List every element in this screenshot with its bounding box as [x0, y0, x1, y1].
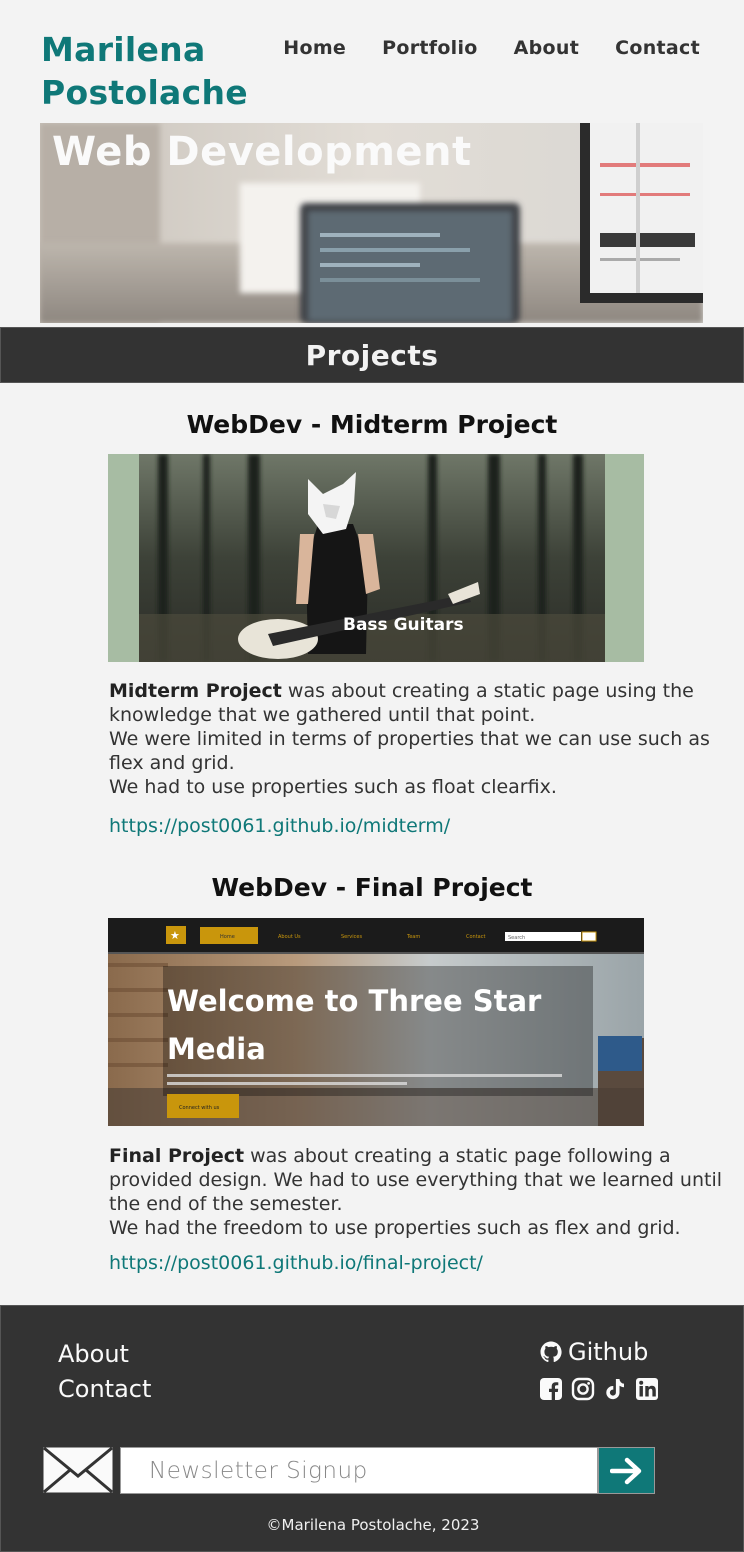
tiktok-icon[interactable] — [603, 1376, 627, 1402]
mock-nav-team: Team — [406, 934, 420, 940]
mock-nav-contact: Contact — [466, 934, 485, 940]
github-link[interactable]: Github — [539, 1338, 648, 1366]
project-link-midterm[interactable]: https://post0061.github.io/midterm/ — [109, 815, 450, 837]
arrow-right-icon — [609, 1457, 641, 1484]
mock-nav-services: Services — [341, 934, 362, 940]
github-label: Github — [568, 1338, 649, 1366]
bass-guitars-photo: Bass Guitars — [108, 454, 644, 662]
newsletter-input[interactable] — [120, 1447, 598, 1494]
three-star-media-screenshot: ★ Home About Us Services Team Contact Se… — [108, 918, 644, 1126]
mock-nav-about: About Us — [278, 934, 301, 940]
nav-about[interactable]: About — [514, 37, 579, 59]
desc-bold-midterm: Midterm Project — [109, 680, 282, 702]
desc-line3-midterm: We had to use properties such as float c… — [109, 776, 557, 798]
project-title-midterm: WebDev - Midterm Project — [186, 410, 558, 439]
project-image-midterm[interactable]: Bass Guitars — [108, 454, 644, 662]
desc-line2-midterm: We were limited in terms of properties t… — [109, 728, 710, 774]
nav-home[interactable]: Home — [283, 37, 346, 59]
site-header: Marilena Postolache Home Portfolio About… — [0, 0, 744, 120]
brand-name[interactable]: Marilena Postolache — [41, 28, 271, 114]
social-links — [539, 1376, 659, 1402]
facebook-icon[interactable] — [539, 1376, 563, 1402]
project-link-final[interactable]: https://post0061.github.io/final-project… — [109, 1252, 483, 1274]
footer-about-link[interactable]: About — [58, 1340, 129, 1368]
project-desc-midterm: Midterm Project was about creating a sta… — [109, 679, 729, 799]
nav-contact[interactable]: Contact — [615, 37, 700, 59]
hero-title: Web Development — [52, 129, 472, 175]
projects-heading: Projects — [305, 338, 439, 372]
hero-banner: Web Development — [40, 123, 703, 323]
copyright-text: ©Marilena Postolache, 2023 — [266, 1516, 480, 1534]
project-title-final: WebDev - Final Project — [211, 873, 533, 902]
instagram-icon[interactable] — [571, 1376, 595, 1402]
mock-headline-1: Welcome to Three Star — [167, 984, 542, 1018]
desc-line2-final: We had the freedom to use properties suc… — [109, 1217, 681, 1239]
mock-headline-2: Media — [167, 1032, 266, 1066]
footer-contact-link[interactable]: Contact — [58, 1375, 151, 1403]
projects-heading-bar: Projects — [0, 327, 744, 383]
mock-connect-button: Connect with us — [179, 1105, 220, 1111]
mock-nav-home: Home — [220, 934, 235, 940]
nav-portfolio[interactable]: Portfolio — [382, 37, 478, 59]
github-icon — [540, 1341, 562, 1363]
project-desc-final: Final Project was about creating a stati… — [109, 1144, 729, 1240]
main-nav: Home Portfolio About Contact — [283, 37, 700, 59]
project-image-final[interactable]: ★ Home About Us Services Team Contact Se… — [108, 918, 644, 1126]
linkedin-icon[interactable] — [635, 1376, 659, 1402]
site-footer: About Contact Github Newsletter Signup ©… — [0, 1305, 744, 1552]
svg-text:★: ★ — [170, 929, 180, 942]
desc-bold-final: Final Project — [109, 1145, 245, 1167]
bass-guitars-caption: Bass Guitars — [343, 615, 464, 635]
envelope-icon — [42, 1446, 114, 1494]
newsletter-submit-button[interactable] — [598, 1447, 655, 1494]
mock-search: Search — [508, 935, 525, 941]
